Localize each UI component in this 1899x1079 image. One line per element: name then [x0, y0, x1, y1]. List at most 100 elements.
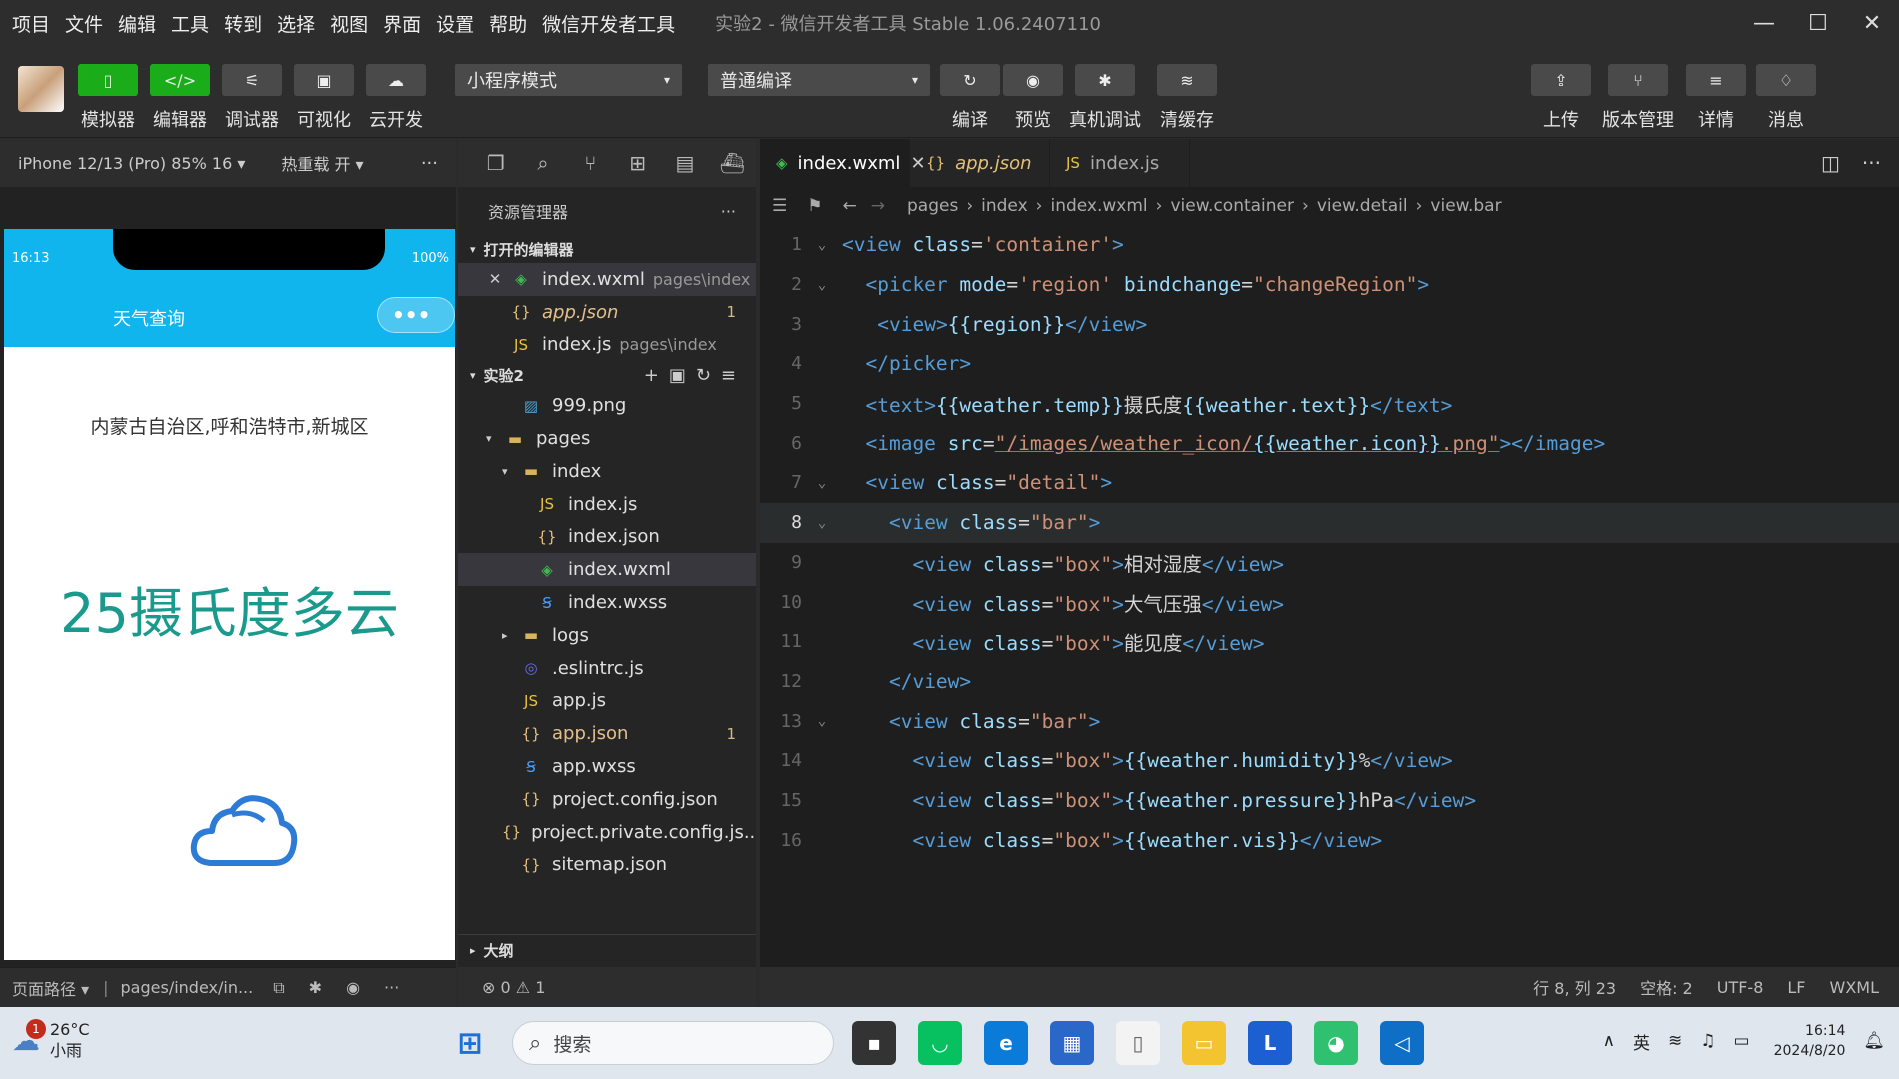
tree-folder[interactable]: ▾ ▬ index — [458, 455, 756, 488]
close-window-button[interactable]: ✕ — [1845, 0, 1899, 46]
tree-file[interactable]: {} project.private.config.js... — [458, 816, 756, 849]
menu-item[interactable]: 文件 — [65, 10, 103, 37]
code-line[interactable]: 2 ⌄ <picker mode='region' bindchange="cha… — [760, 265, 1899, 305]
code-area[interactable]: 1 ⌄ <view class='container'> 2 ⌄ <picker mod… — [760, 225, 1899, 965]
code-line[interactable]: 8 ⌄ <view class="bar"> — [760, 502, 1899, 543]
code-line[interactable]: 11 <view class="box">能见度</view> — [760, 622, 1899, 662]
debug-button[interactable]: ⚟ — [222, 64, 282, 96]
storage-icon[interactable]: ▤ — [661, 145, 708, 181]
open-editor-item[interactable]: ✕ ◈ index.wxml pages\index — [458, 263, 756, 296]
cloud-button[interactable]: ☁ — [366, 64, 426, 96]
menu-item[interactable]: 帮助 — [489, 10, 527, 37]
fold-chevron-icon[interactable]: ⌄ — [802, 515, 842, 531]
eye-icon[interactable]: ◉ — [346, 978, 360, 997]
extensions-icon[interactable]: ⊞ — [614, 145, 661, 181]
menu-item[interactable]: 编辑 — [118, 10, 156, 37]
close-icon[interactable]: ✕ — [488, 270, 502, 288]
breadcrumb-item[interactable]: index — [981, 196, 1028, 216]
more-icon[interactable]: ··· — [384, 978, 399, 997]
fold-chevron-icon[interactable]: ⌄ — [802, 475, 842, 491]
code-line[interactable]: 13 ⌄ <view class="bar"> — [760, 701, 1899, 741]
phone-button[interactable]: ▯ — [78, 64, 138, 96]
notepad-icon[interactable]: ▯ — [1116, 1021, 1160, 1065]
layers-button[interactable]: ≋ — [1157, 64, 1217, 96]
encoding[interactable]: UTF-8 — [1717, 978, 1764, 997]
vscode-icon[interactable]: ◁ — [1380, 1021, 1424, 1065]
project-tools[interactable]: +▣↻≡ — [644, 365, 746, 386]
wechat-devtools-icon[interactable]: ◕ — [1314, 1021, 1358, 1065]
docker-icon[interactable]: ⛴ — [709, 145, 756, 181]
task-view-icon[interactable]: ▪ — [852, 1021, 896, 1065]
editor-tab[interactable]: {} app.json — [910, 139, 1050, 187]
edge-icon[interactable]: e — [984, 1021, 1028, 1065]
code-line[interactable]: 3 <view>{{region}}</view> — [760, 304, 1899, 344]
language-mode[interactable]: WXML — [1830, 978, 1880, 997]
refresh-button[interactable]: ↻ — [940, 64, 1000, 96]
maximize-button[interactable]: ☐ — [1791, 0, 1845, 46]
avatar[interactable] — [18, 66, 64, 112]
breadcrumb-item[interactable]: index.wxml — [1050, 196, 1147, 216]
copy-icon[interactable]: ⧉ — [273, 978, 284, 998]
wechat-app-icon[interactable]: ◡ — [918, 1021, 962, 1065]
breadcrumb-item[interactable]: view.detail — [1317, 196, 1408, 216]
forward-icon[interactable]: → — [871, 196, 885, 216]
capsule-menu-button[interactable]: ••• — [377, 297, 455, 333]
code-line[interactable]: 1 ⌄ <view class='container'> — [760, 225, 1899, 265]
menu-item[interactable]: 设置 — [436, 10, 474, 37]
region-picker[interactable]: 内蒙古自治区,呼和浩特市,新城区 — [4, 412, 455, 439]
code-button[interactable]: </> — [150, 64, 210, 96]
tree-folder[interactable]: ▸ ▬ logs — [458, 619, 756, 652]
bug-icon[interactable]: ✱ — [309, 978, 322, 997]
indent-setting[interactable]: 空格: 2 — [1640, 975, 1693, 999]
code-line[interactable]: 9 <view class="box">相对湿度</view> — [760, 543, 1899, 583]
fold-chevron-icon[interactable]: ⌄ — [802, 713, 842, 729]
breadcrumb-item[interactable]: view.container — [1170, 196, 1294, 216]
search-icon[interactable]: ⌕ — [519, 145, 566, 181]
battery-icon[interactable]: ▭ — [1734, 1031, 1750, 1051]
menu-item[interactable]: 选择 — [277, 10, 315, 37]
outline-list-icon[interactable]: ☰ — [772, 196, 787, 216]
code-line[interactable]: 14 <view class="box">{{weather.humidity}… — [760, 741, 1899, 781]
branch-button[interactable]: ⑂ — [1608, 64, 1668, 96]
page-path-select[interactable]: 页面路径 ▾ — [12, 976, 89, 1000]
tree-file[interactable]: {} sitemap.json — [458, 849, 756, 882]
start-icon[interactable]: ⊞ — [448, 1021, 492, 1065]
menu-item[interactable]: 视图 — [330, 10, 368, 37]
code-line[interactable]: 5 <text>{{weather.temp}}摄氏度{{weather.tex… — [760, 384, 1899, 424]
store-icon[interactable]: ▦ — [1050, 1021, 1094, 1065]
tree-file[interactable]: JS app.js — [458, 685, 756, 718]
tree-file[interactable]: {} index.json — [458, 521, 756, 554]
weather-widget[interactable]: ☁ 26°C 小雨 — [12, 1019, 90, 1061]
split-editor-icon[interactable]: ◫ — [1821, 151, 1840, 175]
open-editor-item[interactable]: JS index.js pages\index — [458, 329, 756, 362]
file-explorer-icon[interactable]: ▭ — [1182, 1021, 1226, 1065]
menu-item[interactable]: 项目 — [12, 10, 50, 37]
back-icon[interactable]: ← — [843, 196, 857, 216]
menu-item[interactable]: 界面 — [383, 10, 421, 37]
editor-tab[interactable]: JS index.js — [1050, 139, 1190, 187]
code-line[interactable]: 6 <image src="/images/weather_icon/{{wea… — [760, 423, 1899, 463]
more-icon[interactable]: ··· — [421, 153, 438, 174]
tree-file[interactable]: Ꞩapp.wxss — [458, 750, 756, 783]
tree-file[interactable]: {} app.json 1 — [458, 717, 756, 750]
mode-select[interactable]: 小程序模式 ▾ — [455, 64, 682, 96]
files-icon[interactable]: ❐ — [472, 145, 519, 181]
more-icon[interactable]: ··· — [1862, 151, 1881, 175]
line-ending[interactable]: LF — [1787, 978, 1805, 997]
tree-file[interactable]: Ꞩindex.wxss — [458, 586, 756, 619]
taskbar-search[interactable]: ⌕ 搜索 — [512, 1021, 834, 1065]
fold-chevron-icon[interactable]: ⌄ — [802, 277, 842, 293]
clock[interactable]: 16:14 2024/8/20 — [1774, 1021, 1846, 1061]
upload-button[interactable]: ⇪ — [1531, 64, 1591, 96]
menu-item[interactable]: 转到 — [224, 10, 262, 37]
menu-item[interactable]: 微信开发者工具 — [542, 10, 675, 37]
bookmark-icon[interactable]: ⚑ — [807, 196, 822, 216]
notification-bell-icon[interactable]: 🔔︎ — [1863, 1031, 1885, 1051]
hot-reload-toggle[interactable]: 热重载 开 ▾ — [281, 151, 363, 175]
code-line[interactable]: 16 <view class="box">{{weather.vis}}</vi… — [760, 820, 1899, 860]
wifi-icon[interactable]: ≋ — [1668, 1031, 1682, 1051]
project-section[interactable]: ▾ 实验2 +▣↻≡ — [458, 361, 756, 389]
code-line[interactable]: 15 <view class="box">{{weather.pressure}… — [760, 781, 1899, 821]
bug-button[interactable]: ✱ — [1075, 64, 1135, 96]
open-editor-item[interactable]: {} app.json 1 — [458, 296, 756, 329]
